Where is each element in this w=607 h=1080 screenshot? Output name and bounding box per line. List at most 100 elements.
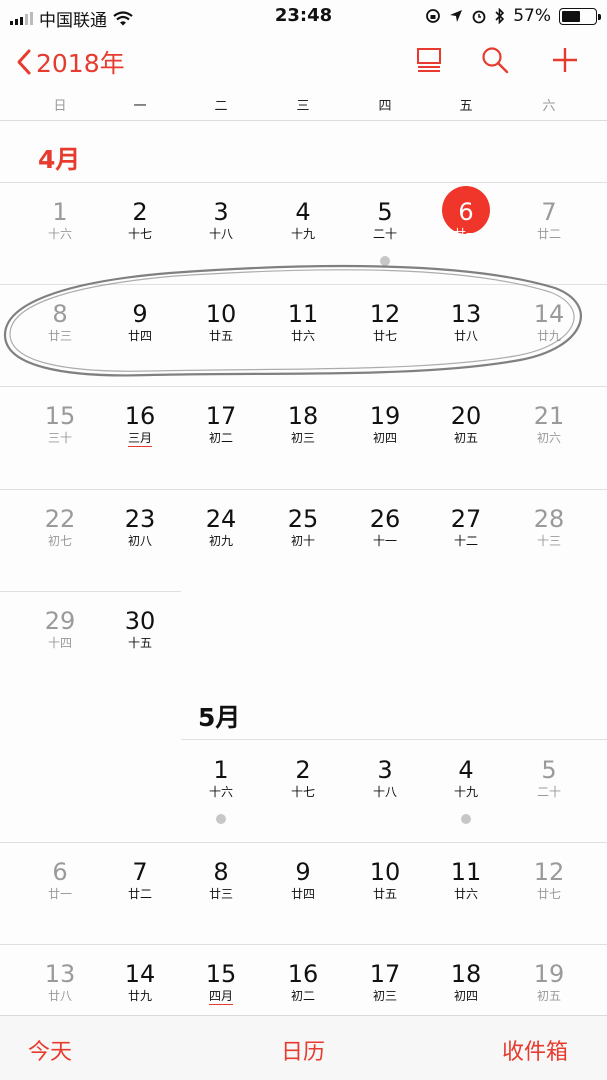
lunar-date: 三月 [127,431,152,447]
day-cell[interactable]: 3 十八 [186,198,256,242]
day-cell[interactable]: 16 三月 [105,402,175,447]
day-cell[interactable]: 12 廿七 [514,858,584,902]
day-cell[interactable]: 9 廿四 [105,300,175,344]
day-cell[interactable]: 21 初六 [514,402,584,446]
day-cell[interactable]: 24 初九 [186,505,256,549]
day-number: 15 [205,960,237,988]
day-cell[interactable]: 17 初二 [186,402,256,446]
weekday-label: 三 [296,99,310,114]
lunar-date: 廿五 [208,329,233,343]
tab-inbox[interactable]: 收件箱 [502,1034,568,1066]
day-cell[interactable]: 11 廿六 [268,300,338,344]
day-number: 11 [450,858,482,886]
day-number: 13 [450,300,482,328]
day-number: 12 [533,858,565,886]
day-cell[interactable]: 1 十六 [25,198,95,242]
day-cell[interactable]: 15 三十 [25,402,95,446]
day-cell[interactable]: 30 十五 [105,607,175,651]
lunar-date: 初四 [372,431,397,445]
day-cell[interactable]: 27 十二 [431,505,501,549]
day-cell[interactable]: 3 十八 [350,756,420,800]
lunar-date: 廿五 [372,887,397,901]
day-cell[interactable]: 5 二十 [350,198,420,242]
day-cell[interactable]: 17 初三 [350,960,420,1004]
day-number: 17 [205,402,237,430]
lunar-date: 十五 [127,636,152,650]
day-number: 11 [287,300,319,328]
day-cell[interactable]: 29 十四 [25,607,95,651]
day-cell[interactable]: 8 廿三 [186,858,256,902]
day-cell[interactable]: 4 十九 [431,756,501,800]
day-cell[interactable]: 19 初四 [350,402,420,446]
day-number: 14 [124,960,156,988]
day-number: 27 [450,505,482,533]
day-cell[interactable]: 4 十九 [268,198,338,242]
day-cell[interactable]: 10 廿五 [350,858,420,902]
day-cell[interactable]: 7 廿二 [105,858,175,902]
day-cell[interactable]: 28 十三 [514,505,584,549]
day-cell[interactable]: 8 廿三 [25,300,95,344]
day-number: 13 [44,960,76,988]
tab-today[interactable]: 今天 [28,1034,72,1066]
day-number: 8 [213,858,229,886]
day-cell[interactable]: 14 廿九 [514,300,584,344]
tab-bar: 今天 日历 收件箱 [0,1015,607,1080]
day-cell[interactable]: 5 二十 [514,756,584,800]
day-cell[interactable]: 6 廿一 [25,858,95,902]
day-number: 6 [458,198,474,226]
lunar-date: 廿一 [453,227,478,241]
day-cell[interactable]: 10 廿五 [186,300,256,344]
lunar-date: 初二 [290,989,315,1003]
day-cell[interactable]: 20 初五 [431,402,501,446]
day-cell[interactable]: 7 廿二 [514,198,584,242]
day-number: 10 [369,858,401,886]
tab-calendars[interactable]: 日历 [281,1034,325,1066]
status-right: 57% [425,6,601,26]
lunar-date: 十九 [290,227,315,241]
day-cell[interactable]: 13 廿八 [25,960,95,1004]
day-cell[interactable]: 1 十六 [186,756,256,800]
lunar-date: 初八 [127,534,152,548]
lunar-date: 十六 [47,227,72,241]
lunar-date: 十四 [47,636,72,650]
list-view-icon[interactable] [416,46,442,74]
day-cell[interactable]: 16 初二 [268,960,338,1004]
day-cell[interactable]: 18 初四 [431,960,501,1004]
weekday-label: 六 [542,99,556,114]
day-cell[interactable]: 22 初七 [25,505,95,549]
lunar-date: 廿七 [372,329,397,343]
lunar-date: 初九 [208,534,233,548]
day-number: 15 [44,402,76,430]
lunar-date: 初五 [536,989,561,1003]
nav-bar: 2018年 [0,36,607,88]
day-cell[interactable]: 13 廿八 [431,300,501,344]
day-cell[interactable]: 9 廿四 [268,858,338,902]
day-cell[interactable]: 19 初五 [514,960,584,1004]
day-cell[interactable]: 23 初八 [105,505,175,549]
day-cell[interactable]: 2 十七 [268,756,338,800]
back-button[interactable]: 2018年 [16,44,125,80]
lunar-date: 十二 [453,534,478,548]
add-icon[interactable] [551,46,579,74]
day-cell[interactable]: 26 十一 [350,505,420,549]
day-cell[interactable]: 12 廿七 [350,300,420,344]
week-separator [0,591,181,592]
event-dot [461,814,471,824]
lunar-date: 廿三 [47,329,72,343]
day-cell[interactable]: 25 初十 [268,505,338,549]
day-cell[interactable]: 15 四月 [186,960,256,1005]
day-cell[interactable]: 6 廿一 [431,198,501,242]
battery-percent: 57% [513,6,551,26]
week-separator [0,182,607,183]
lunar-date: 廿六 [453,887,478,901]
day-cell[interactable]: 2 十七 [105,198,175,242]
lunar-date: 廿二 [536,227,561,241]
lunar-date: 十七 [127,227,152,241]
search-icon[interactable] [481,46,509,74]
lunar-date: 廿九 [536,329,561,343]
day-number: 9 [132,300,148,328]
day-cell[interactable]: 11 廿六 [431,858,501,902]
day-cell[interactable]: 14 廿九 [105,960,175,1004]
day-cell[interactable]: 18 初三 [268,402,338,446]
day-number: 23 [124,505,156,533]
